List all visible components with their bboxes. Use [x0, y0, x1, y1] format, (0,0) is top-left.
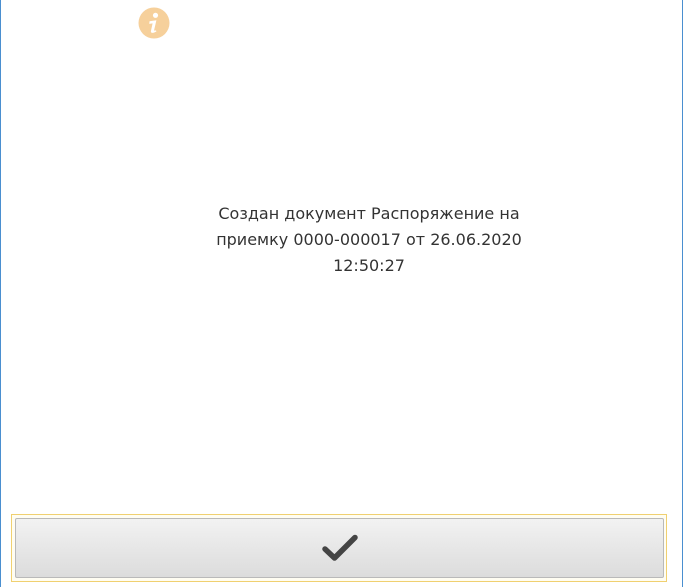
dialog-frame: Создан документ Распоряжение на приемку … — [0, 0, 683, 587]
message-line: приемку 0000-000017 от 26.06.2020 — [216, 230, 522, 249]
info-icon — [138, 7, 170, 39]
message-line: 12:50:27 — [333, 256, 405, 275]
ok-button[interactable] — [15, 518, 664, 578]
message-line: Создан документ Распоряжение на — [218, 204, 520, 223]
message-text: Создан документ Распоряжение на приемку … — [121, 201, 617, 279]
checkmark-icon — [321, 534, 358, 561]
